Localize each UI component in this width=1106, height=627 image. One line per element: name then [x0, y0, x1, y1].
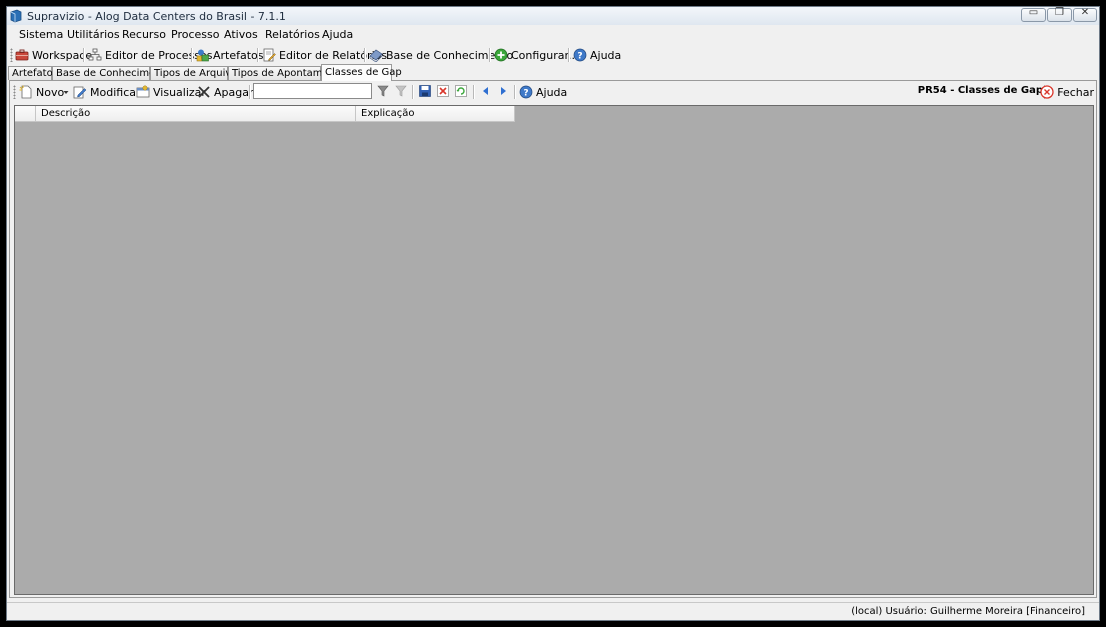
- toolbar-separator: [514, 85, 516, 99]
- edit-icon: [73, 86, 87, 99]
- menu-bar: Sistema Utilitários Recurso Processo Ati…: [7, 26, 1099, 44]
- menu-ativos[interactable]: Ativos: [224, 28, 258, 41]
- toolbar-grip[interactable]: [13, 85, 16, 99]
- knowledge-base-button[interactable]: Base de Conhecimento: [369, 47, 513, 63]
- cancel-icon[interactable]: [437, 85, 449, 97]
- content-panel: Novo Modificar Visualizar Apagar ? Ajuda…: [9, 80, 1097, 598]
- new-label: Novo: [36, 85, 65, 99]
- data-grid[interactable]: Descrição Explicação: [14, 105, 1094, 595]
- toolbar-separator: [364, 48, 366, 62]
- clear-filter-icon[interactable]: [395, 85, 407, 97]
- toolbar-grip[interactable]: [10, 48, 13, 62]
- next-icon[interactable]: [497, 85, 509, 97]
- new-button[interactable]: Novo: [19, 84, 64, 100]
- toolbar-separator: [489, 48, 491, 62]
- menu-ajuda[interactable]: Ajuda: [322, 28, 353, 41]
- close-label: Fechar: [1057, 85, 1094, 99]
- column-header-explicacao[interactable]: Explicação: [356, 106, 515, 122]
- row-selector-header[interactable]: [15, 106, 36, 122]
- toolbar-separator: [83, 48, 85, 62]
- app-logo-icon: [10, 9, 22, 23]
- delete-icon: [198, 86, 210, 98]
- new-dropdown-button[interactable]: [63, 84, 69, 100]
- artifacts-icon: [196, 49, 209, 62]
- minimize-icon: ▭: [1028, 7, 1039, 18]
- svg-text:?: ?: [523, 89, 528, 99]
- chevron-down-icon: [63, 91, 69, 94]
- screen-toolbar: Novo Modificar Visualizar Apagar ? Ajuda…: [10, 81, 1096, 103]
- filter-input[interactable]: [253, 83, 372, 99]
- menu-sistema[interactable]: Sistema: [19, 28, 63, 41]
- screen-help-label: Ajuda: [536, 85, 568, 99]
- help-icon: ?: [519, 85, 533, 99]
- svg-text:?: ?: [577, 52, 582, 62]
- previous-icon[interactable]: [480, 85, 492, 97]
- status-bar: (local) Usuário: Guilherme Moreira [Fina…: [7, 602, 1099, 621]
- screen-title: PR54 - Classes de Gap: [917, 85, 1043, 96]
- status-text: (local) Usuário: Guilherme Moreira [Fina…: [851, 606, 1085, 617]
- tab-base-de-conhecimento[interactable]: Base de Conhecimento: [52, 66, 172, 80]
- toolbar-separator: [473, 85, 475, 99]
- main-toolbar: Workspace Editor de Processos Artefatos: [7, 44, 1099, 66]
- document-tabs: Artefatos Base de Conhecimento Tipos de …: [7, 64, 1099, 81]
- flowchart-icon: [88, 48, 102, 61]
- save-icon[interactable]: [419, 85, 431, 97]
- menu-recurso[interactable]: Recurso: [122, 28, 166, 41]
- toolbar-separator: [191, 48, 193, 62]
- minimize-button[interactable]: ▭: [1021, 7, 1046, 22]
- new-document-icon: [19, 85, 32, 99]
- close-window-button[interactable]: ✕: [1073, 7, 1097, 22]
- menu-utilitarios[interactable]: Utilitários: [67, 28, 120, 41]
- toolbar-separator: [249, 85, 251, 99]
- delete-button[interactable]: Apagar: [197, 84, 254, 100]
- delete-label: Apagar: [214, 85, 254, 99]
- toolbar-separator: [257, 48, 259, 62]
- close-circle-icon: [1040, 85, 1054, 99]
- window-title: Supravizio - Alog Data Centers do Brasil…: [27, 10, 286, 23]
- workspace-button[interactable]: Workspace: [15, 47, 92, 63]
- modify-button[interactable]: Modificar: [73, 84, 141, 100]
- app-window: Supravizio - Alog Data Centers do Brasil…: [6, 6, 1100, 621]
- briefcase-icon: [15, 49, 29, 61]
- help-icon: ?: [573, 48, 587, 62]
- report-edit-icon: [263, 48, 276, 62]
- tab-tipos-de-apontamento[interactable]: Tipos de Apontamento: [228, 66, 345, 80]
- add-circle-icon: [494, 48, 508, 62]
- screen-help-button[interactable]: ? Ajuda: [519, 84, 567, 100]
- help-label: Ajuda: [590, 48, 622, 62]
- artifacts-button[interactable]: Artefatos: [196, 47, 264, 63]
- column-header-descricao[interactable]: Descrição: [36, 106, 356, 122]
- help-button[interactable]: ? Ajuda: [573, 47, 621, 63]
- tab-tipos-de-arquivos[interactable]: Tipos de Arquivos: [150, 66, 243, 80]
- tab-artefatos[interactable]: Artefatos: [8, 66, 58, 80]
- refresh-icon[interactable]: [455, 85, 467, 97]
- artifacts-label: Artefatos: [213, 48, 264, 62]
- title-bar[interactable]: Supravizio - Alog Data Centers do Brasil…: [7, 7, 1099, 25]
- toolbar-separator: [568, 48, 570, 62]
- close-icon: ✕: [1080, 7, 1090, 18]
- process-editor-button[interactable]: Editor de Processos: [88, 47, 213, 63]
- restore-button[interactable]: ❐: [1047, 7, 1072, 22]
- grid-header: Descrição Explicação: [15, 106, 515, 122]
- book-icon: [369, 49, 383, 62]
- view-button[interactable]: Visualizar: [136, 84, 206, 100]
- modify-label: Modificar: [90, 85, 141, 99]
- menu-relatorios[interactable]: Relatórios: [265, 28, 320, 41]
- close-screen-button[interactable]: Fechar: [1040, 84, 1094, 100]
- toolbar-separator: [412, 85, 414, 99]
- tab-classes-de-gap[interactable]: Classes de Gap: [321, 64, 402, 81]
- menu-processo[interactable]: Processo: [171, 28, 219, 41]
- configure-button[interactable]: Configurar...: [494, 47, 579, 63]
- restore-icon: ❐: [1055, 7, 1064, 18]
- view-icon: [136, 85, 150, 98]
- filter-icon[interactable]: [377, 85, 389, 97]
